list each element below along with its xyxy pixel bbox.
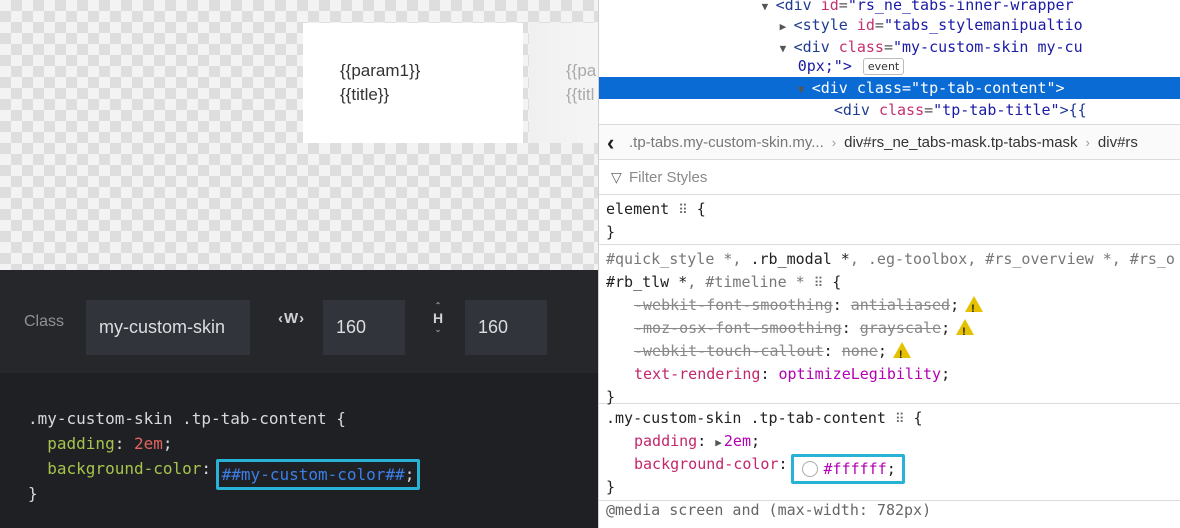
- event-badge[interactable]: event: [862, 58, 905, 75]
- dom-node[interactable]: <div class="tp-tab-title">{{: [599, 99, 1180, 121]
- custom-color-highlight: ##my-custom-color##;: [215, 459, 421, 490]
- breadcrumb-item[interactable]: div#rs: [1098, 134, 1138, 151]
- grid-icon[interactable]: ⠿: [814, 276, 824, 291]
- rule-quick-style: #quick_style *, .rb_modal *, .eg-toolbox…: [599, 245, 1180, 406]
- breadcrumb: ‹ .tp-tabs.my-custom-skin.my... › div#rs_n…: [599, 124, 1180, 160]
- rule-element: element ⠿ { }: [599, 195, 1180, 245]
- warning-icon[interactable]: [965, 296, 984, 321]
- expand-triangle-icon[interactable]: ▼: [798, 79, 812, 101]
- class-label: Class: [24, 313, 65, 330]
- expand-triangle-icon[interactable]: ▶: [715, 436, 722, 449]
- grid-icon[interactable]: ⠿: [895, 412, 905, 427]
- color-swatch-icon[interactable]: [801, 461, 818, 477]
- width-icon: ‹W›: [278, 310, 306, 327]
- css-code-editor[interactable]: .my-custom-skin .tp-tab-content { paddin…: [0, 373, 598, 528]
- tab-card-title: {{titl: [566, 85, 595, 104]
- breadcrumb-item[interactable]: div#rs_ne_tabs-mask.tp-tabs-mask: [844, 134, 1077, 151]
- code-line: .my-custom-skin .tp-tab-content {: [28, 409, 346, 428]
- media-query: @media screen and (max-width: 782px): [606, 501, 932, 519]
- class-settings-bar: Class my-custom-skin ‹W› 160 ⌃ H ⌄ 160: [0, 270, 598, 373]
- declaration[interactable]: text-rendering: optimizeLegibility;: [599, 363, 1180, 386]
- tab-card[interactable]: {{pa {{titl: [529, 23, 598, 143]
- height-input[interactable]: 160: [465, 300, 547, 355]
- tab-preview-canvas: {{param1}} {{title}} {{pa {{titl: [0, 0, 598, 270]
- dom-tree: ▼ <div id="rs_ne_tabs-inner-wrapper ▶ <sty…: [599, 0, 1180, 124]
- code-line: background-color: ##my-custom-color##;: [28, 456, 598, 490]
- background-color-highlight: #ffffff;: [790, 454, 905, 484]
- dom-node[interactable]: ▶ <style id="tabs_stylemanipualtio: [599, 14, 1180, 36]
- rule-custom-skin: .my-custom-skin .tp-tab-content ⠿ { padd…: [599, 404, 1180, 501]
- dom-node-selected[interactable]: ▼ <div class="tp-tab-content">: [599, 77, 1180, 99]
- declaration[interactable]: padding: ▶ 2em;: [599, 430, 1180, 453]
- filter-styles-bar: ▽: [599, 160, 1180, 195]
- declaration[interactable]: -moz-osx-font-smoothing: grayscale;: [599, 317, 1180, 344]
- devtools-panel: ▼ <div id="rs_ne_tabs-inner-wrapper ▶ <sty…: [598, 0, 1180, 528]
- tab-card-param: {{pa: [566, 61, 597, 80]
- breadcrumb-item[interactable]: .tp-tabs.my-custom-skin.my...: [629, 134, 824, 151]
- rule-selector: element: [606, 200, 670, 218]
- class-input[interactable]: my-custom-skin: [86, 300, 250, 355]
- chevron-left-icon[interactable]: ‹: [607, 125, 614, 161]
- style-rules: element ⠿ { } #quick_style *, .rb_modal …: [599, 195, 1180, 528]
- chevron-right-icon: ›: [1085, 135, 1090, 150]
- code-line: padding: 2em;: [47, 434, 173, 453]
- grid-icon[interactable]: ⠿: [678, 203, 688, 218]
- warning-icon[interactable]: [892, 342, 911, 367]
- filter-icon: ▽: [611, 169, 622, 185]
- declaration[interactable]: background-color: #ffffff;: [599, 453, 1180, 484]
- filter-styles-input[interactable]: [629, 164, 1169, 191]
- chevron-right-icon: ›: [831, 135, 837, 150]
- height-icon: ⌃ H ⌄: [432, 301, 444, 334]
- dom-node-continuation[interactable]: 0px;"> event: [599, 55, 1180, 77]
- declaration[interactable]: -webkit-touch-callout: none;: [599, 340, 1180, 367]
- warning-icon[interactable]: [956, 319, 975, 344]
- declaration[interactable]: -webkit-font-smoothing: antialiased;: [599, 294, 1180, 321]
- tab-card-param: {{param1}}: [340, 61, 421, 80]
- tab-card-title: {{title}}: [340, 85, 390, 104]
- width-input[interactable]: 160: [323, 300, 405, 355]
- tab-card[interactable]: {{param1}} {{title}}: [303, 23, 523, 143]
- rule-selector: .my-custom-skin .tp-tab-content: [606, 409, 886, 427]
